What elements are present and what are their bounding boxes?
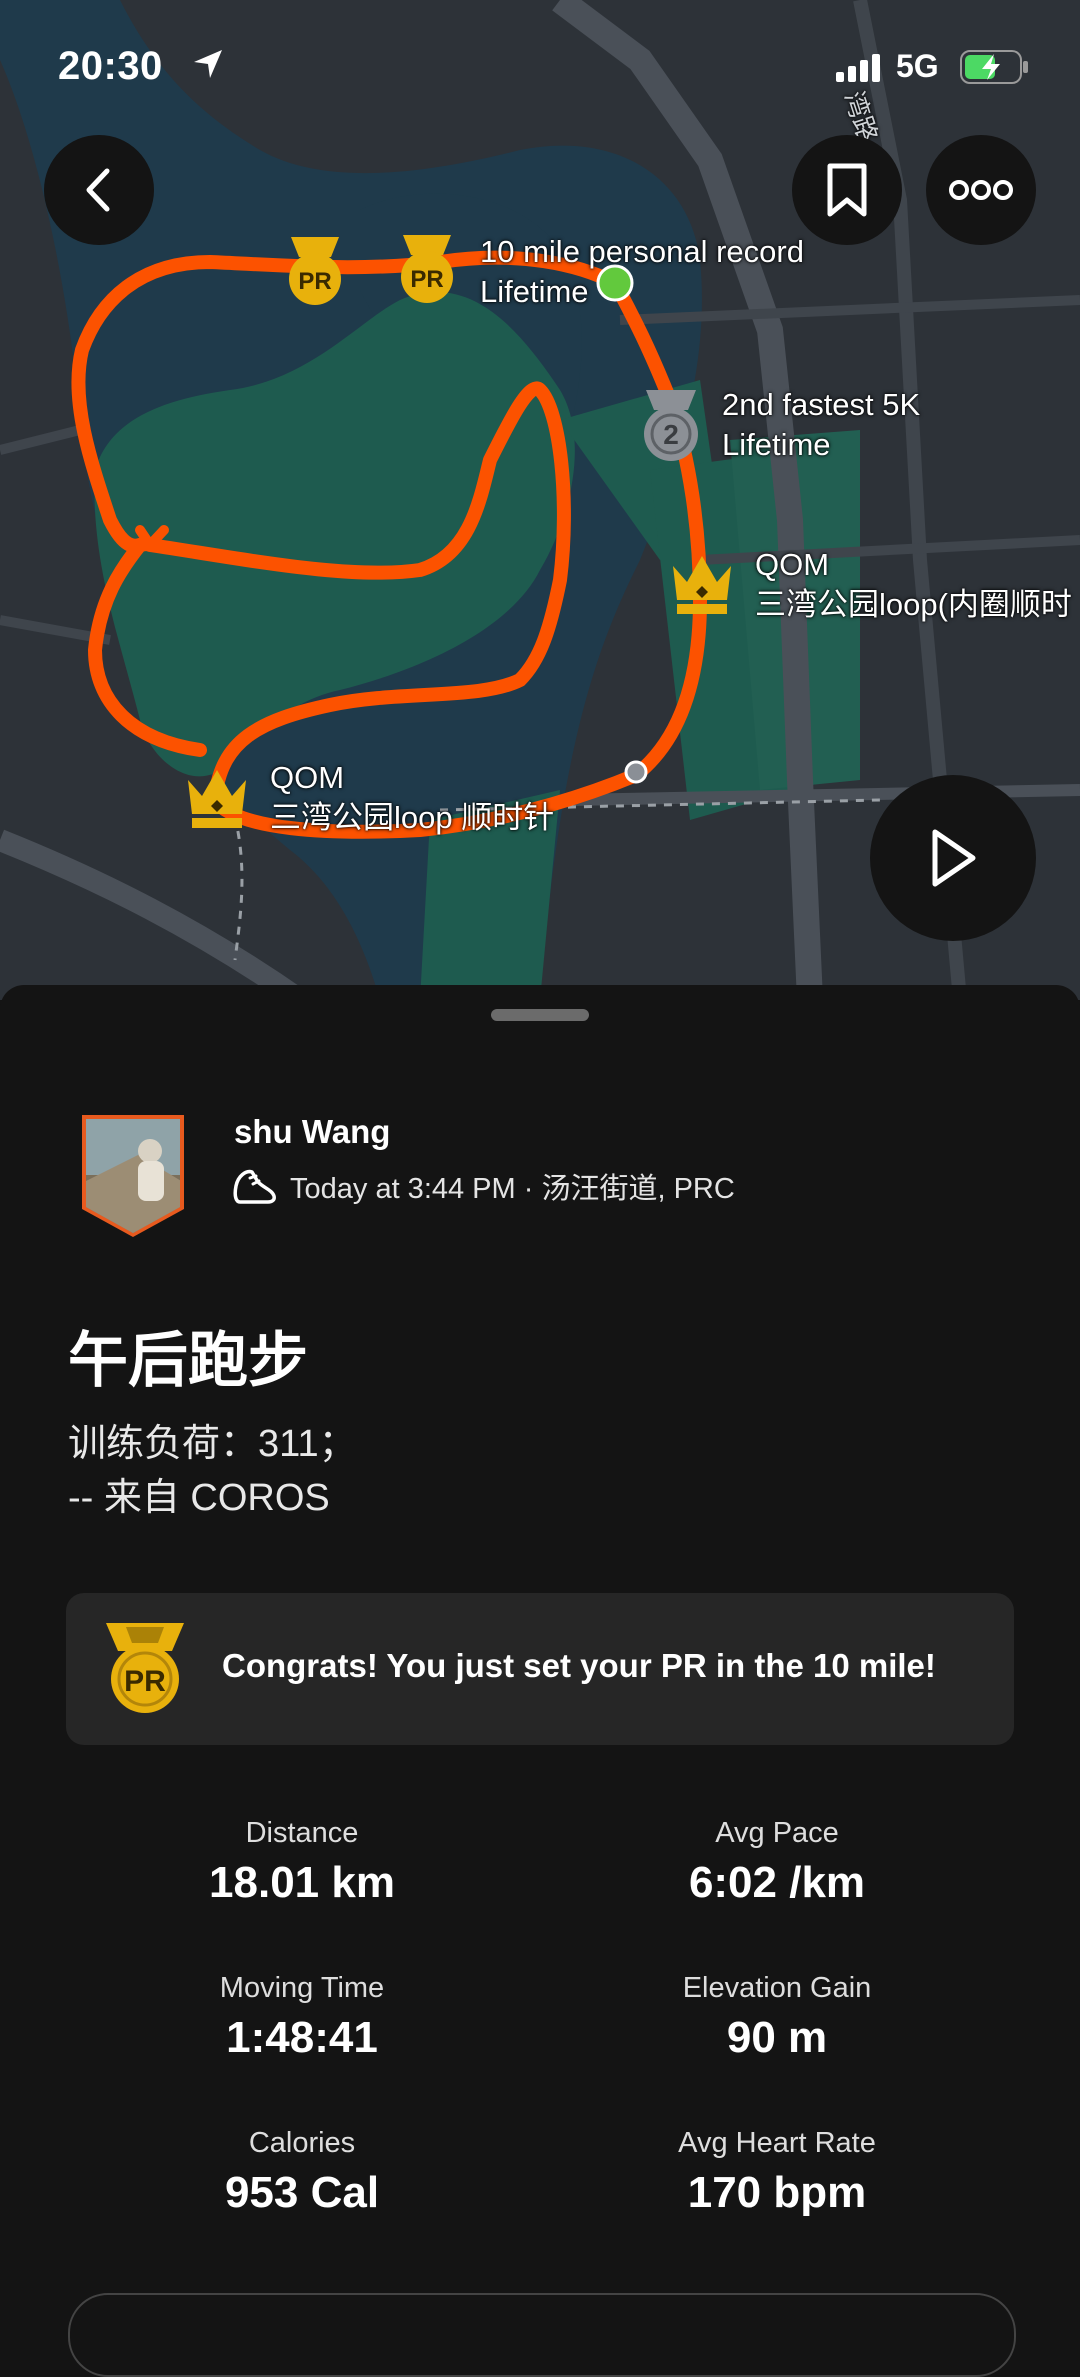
more-dots-icon (949, 180, 1013, 200)
stat-value: 6:02 /km (688, 1858, 866, 1907)
stat-value: 1:48:41 (226, 2013, 378, 2062)
achievement-title: QOM (270, 760, 345, 795)
svg-text:PR: PR (410, 266, 443, 293)
description-line: -- 来自 COROS (68, 1477, 330, 1519)
athlete-name[interactable]: shu Wang (234, 1113, 390, 1151)
pr-medal-icon[interactable]: PR (397, 233, 457, 310)
svg-text:2: 2 (663, 419, 679, 450)
chevron-left-icon (86, 168, 110, 212)
location-arrow-icon (190, 46, 226, 87)
stat-avg-heart-rate: Avg Heart Rate 170 bpm (567, 2127, 987, 2218)
status-bar: 20:30 5G (0, 40, 1080, 100)
activity-meta: Today at 3:44 PM · 汤汪街道, PRC (232, 1165, 735, 1207)
route-map[interactable]: PR PR 2 10 mile personal record Lifetime… (0, 0, 1080, 1000)
save-route-button[interactable] (792, 135, 902, 245)
achievement-label-5k: 2nd fastest 5K Lifetime (722, 385, 920, 465)
pr-medal-icon: PR (100, 1621, 190, 1722)
pr-congrats-card[interactable]: PR Congrats! You just set your PR in the… (66, 1593, 1014, 1745)
sheet-grabber[interactable] (491, 1009, 589, 1021)
bookmark-icon (827, 163, 867, 217)
achievement-title: QOM (755, 547, 830, 582)
achievement-subtitle: 三湾公园loop(内圈顺时 (755, 587, 1072, 622)
stat-label: Distance (245, 1817, 359, 1849)
stat-moving-time: Moving Time 1:48:41 (92, 1972, 512, 2063)
status-time: 20:30 (58, 44, 163, 88)
description-line: 训练负荷：311； (68, 1423, 357, 1465)
pr-message: Congrats! You just set your PR in the 10… (222, 1647, 936, 1684)
stat-value: 18.01 km (209, 1858, 395, 1907)
play-icon (932, 829, 976, 887)
achievement-subtitle: Lifetime (722, 427, 831, 462)
avatar[interactable] (78, 1115, 188, 1237)
svg-text:PR: PR (298, 268, 331, 295)
achievement-subtitle: 三湾公园loop 顺时针 (270, 800, 555, 835)
view-analysis-button[interactable] (68, 2293, 1016, 2377)
back-button[interactable] (44, 135, 154, 245)
stat-label: Elevation Gain (682, 1972, 872, 2004)
crown-icon[interactable] (669, 552, 735, 621)
stat-value: 170 bpm (687, 2168, 867, 2217)
activity-description: 训练负荷：311； -- 来自 COROS (68, 1417, 357, 1525)
running-shoe-icon (233, 1169, 276, 1204)
achievement-title: 2nd fastest 5K (722, 387, 921, 422)
stat-value: 90 m (726, 2013, 828, 2062)
activity-title: 午后跑步 (68, 1327, 308, 1394)
end-marker (624, 760, 648, 784)
stat-label: Calories (248, 2127, 356, 2159)
more-options-button[interactable] (926, 135, 1036, 245)
stat-label: Avg Pace (715, 1817, 839, 1849)
svg-text:PR: PR (124, 1665, 166, 1698)
crown-icon[interactable] (184, 766, 250, 835)
signal-bars-icon (836, 54, 888, 87)
achievement-label-qom-inner: QOM 三湾公园loop(内圈顺时 (755, 545, 1072, 625)
network-type: 5G (896, 48, 939, 84)
stat-label: Avg Heart Rate (678, 2127, 876, 2159)
stat-label: Moving Time (219, 1972, 385, 2004)
stat-value: 953 Cal (224, 2168, 380, 2217)
achievement-label-qom-outer: QOM 三湾公园loop 顺时针 (270, 758, 554, 838)
silver-medal-icon[interactable]: 2 (640, 388, 702, 467)
pr-medal-icon[interactable]: PR (285, 235, 345, 312)
achievement-title: 10 mile personal record (480, 234, 804, 269)
stat-distance: Distance 18.01 km (92, 1817, 512, 1908)
stat-avg-pace: Avg Pace 6:02 /km (567, 1817, 987, 1908)
stat-calories: Calories 953 Cal (92, 2127, 512, 2218)
activity-date-location: Today at 3:44 PM · 汤汪街道, PRC (290, 1173, 735, 1205)
flyover-play-button[interactable] (870, 775, 1036, 941)
achievement-subtitle: Lifetime (480, 274, 589, 309)
achievement-label-10mile: 10 mile personal record Lifetime (480, 232, 804, 312)
activity-sheet: shu Wang Today at 3:44 PM · 汤汪街道, PRC 午后… (0, 985, 1080, 2377)
battery-charging-icon (960, 50, 1030, 89)
stat-elevation-gain: Elevation Gain 90 m (567, 1972, 987, 2063)
